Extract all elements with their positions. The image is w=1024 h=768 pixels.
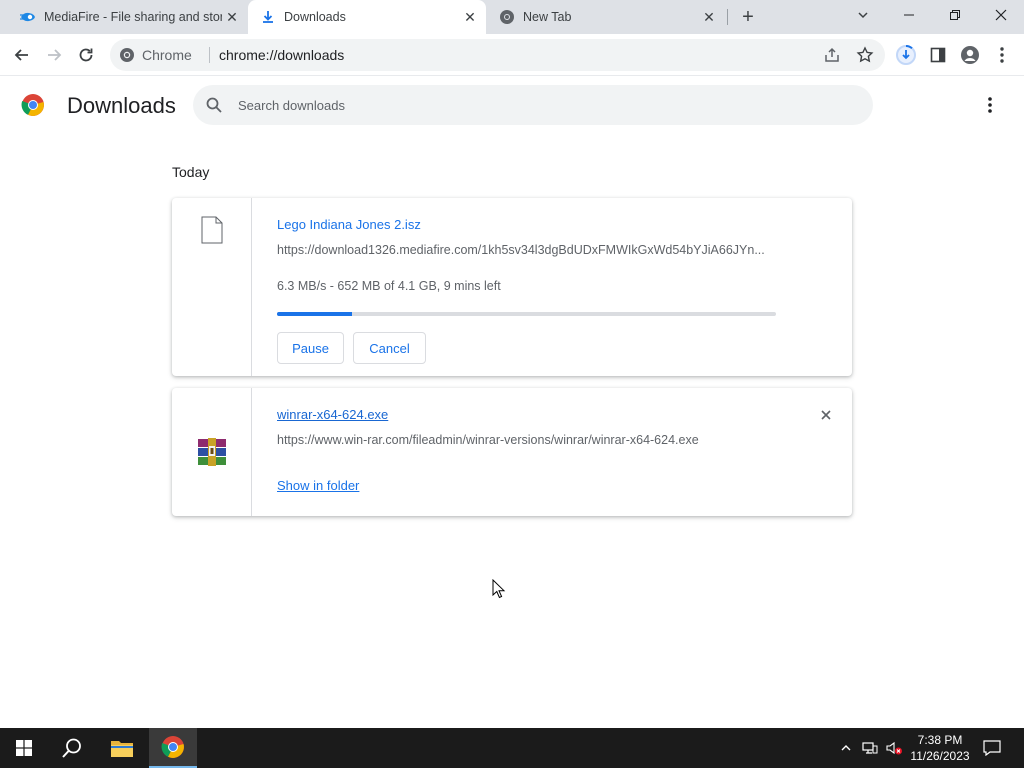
side-panel-icon [930,47,946,63]
clock-date: 11/26/2023 [910,749,970,763]
chrome-logo-icon [21,94,44,116]
search-button[interactable] [48,728,96,768]
search-box[interactable] [193,85,873,125]
avatar-icon [961,46,979,64]
arrow-right-icon [48,49,62,61]
mediafire-icon [20,12,35,22]
downloads-menu-button[interactable] [978,93,1002,117]
tab-mediafire[interactable]: MediaFire - File sharing and storage ✕ [8,0,246,34]
file-icon [201,216,223,244]
file-explorer-button[interactable] [98,728,146,768]
show-in-folder-link[interactable]: Show in folder [277,478,359,493]
tab-search-button[interactable] [840,0,886,30]
chevron-down-icon [858,12,868,19]
search-icon [206,97,222,113]
section-date: Today [172,164,210,180]
share-icon [825,47,839,62]
close-icon[interactable]: ✕ [462,9,478,25]
pause-button[interactable]: Pause [277,332,344,364]
downloads-header: Downloads [0,77,1024,133]
progress-bar [277,312,776,316]
notification-icon [983,740,1001,756]
file-name-link[interactable]: Lego Indiana Jones 2.isz [277,217,421,232]
network-button[interactable] [860,738,880,758]
address-bar[interactable]: Chrome chrome://downloads [110,39,885,71]
file-url[interactable]: https://www.win-rar.com/fileadmin/winrar… [277,433,797,447]
network-icon [862,742,878,754]
progress-fill [277,312,352,316]
chrome-taskbar-button[interactable] [149,728,197,768]
download-progress-icon [896,45,916,65]
download-icon [263,11,273,23]
kebab-menu-icon [988,97,992,113]
start-button[interactable] [0,728,48,768]
file-url[interactable]: https://download1326.mediafire.com/1kh5s… [277,243,777,257]
tab-title: New Tab [523,10,572,24]
show-hidden-icons-button[interactable] [836,738,856,758]
close-window-button[interactable] [978,0,1024,30]
reload-icon [79,48,93,62]
forward-button[interactable] [40,41,68,69]
remove-from-list-button[interactable] [816,405,836,425]
close-icon[interactable]: ✕ [701,9,717,25]
tab-separator [727,9,728,25]
restore-button[interactable] [932,0,978,30]
downloads-button[interactable] [892,41,920,69]
chrome-icon [500,10,514,24]
minimize-button[interactable] [886,0,932,30]
file-icon-column [172,198,252,376]
site-label: Chrome [142,47,192,63]
folder-icon [111,741,133,757]
tab-new-tab[interactable]: New Tab ✕ [487,0,725,34]
mouse-cursor-icon [492,579,506,599]
tab-downloads[interactable]: Downloads ✕ [248,0,486,34]
arrow-left-icon [14,49,28,61]
windows-logo-icon [16,740,32,756]
close-icon [995,9,1007,21]
cancel-button[interactable]: Cancel [353,332,426,364]
browser-toolbar: Chrome chrome://downloads [0,34,1024,76]
volume-button[interactable] [884,738,904,758]
minimize-icon [904,14,914,16]
star-icon [856,46,874,63]
taskbar-clock[interactable]: 7:38 PM 11/26/2023 [904,732,976,764]
file-name-link[interactable]: winrar-x64-624.exe [277,407,388,422]
search-icon [62,738,81,758]
new-tab-button[interactable]: + [736,5,760,29]
profile-button[interactable] [956,41,984,69]
chrome-menu-button[interactable] [988,41,1016,69]
tab-title: Downloads [284,10,346,24]
url-text: chrome://downloads [219,47,345,63]
download-status: 6.3 MB/s - 652 MB of 4.1 GB, 9 mins left [277,279,501,293]
volume-muted-icon [886,741,902,755]
share-button[interactable] [823,46,843,66]
chrome-icon [120,48,134,62]
bookmark-button[interactable] [856,46,876,66]
side-panel-button[interactable] [924,41,952,69]
restore-icon [950,10,960,20]
page-title: Downloads [67,93,176,118]
tab-strip: MediaFire - File sharing and storage ✕ D… [0,0,1024,34]
search-input[interactable] [238,95,838,115]
tab-title: MediaFire - File sharing and storage [44,10,222,24]
download-item: Lego Indiana Jones 2.isz https://downloa… [172,198,852,376]
close-icon [821,410,831,420]
notifications-button[interactable] [982,738,1002,758]
reload-button[interactable] [72,41,100,69]
winrar-icon [198,438,226,466]
kebab-menu-icon [1000,47,1004,63]
clock-time: 7:38 PM [917,733,963,747]
chrome-logo-icon [161,736,184,758]
chevron-up-icon [841,745,851,751]
file-icon-column [172,388,252,516]
windows-taskbar: 7:38 PM 11/26/2023 [0,728,1024,768]
download-item: winrar-x64-624.exe https://www.win-rar.c… [172,388,852,516]
back-button[interactable] [8,41,36,69]
close-icon[interactable]: ✕ [224,9,240,25]
